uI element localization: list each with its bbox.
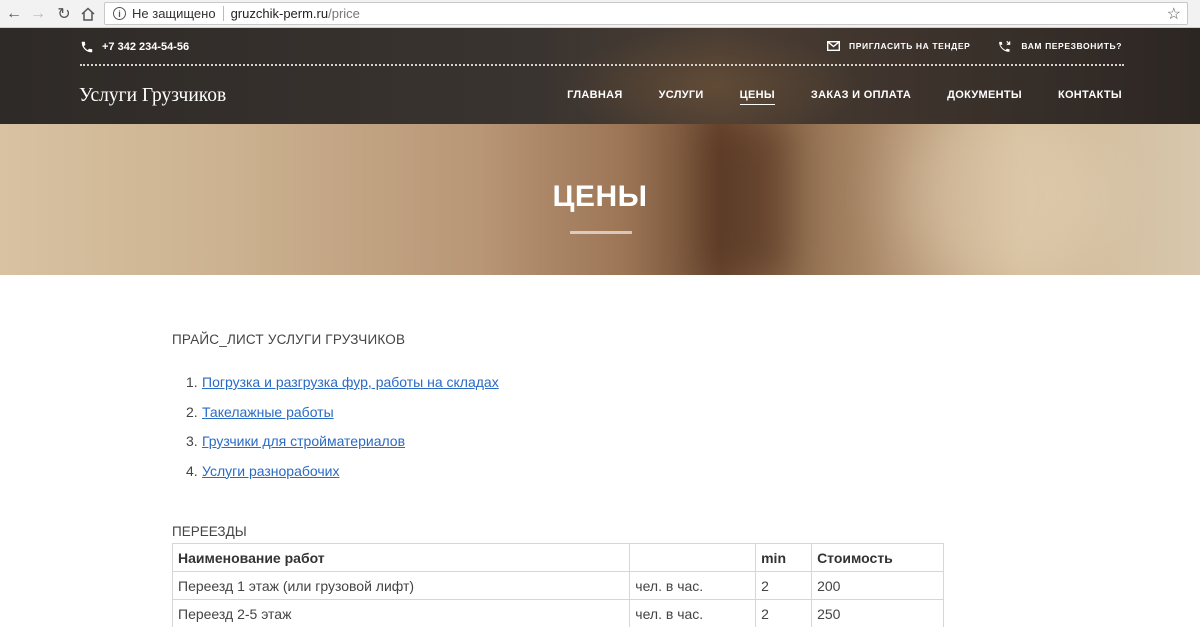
header-topline: +7 342 234-54-56 ПРИГЛАСИТЬ НА ТЕНДЕР ВА… — [80, 40, 1124, 54]
forward-arrow-icon[interactable]: → — [26, 2, 50, 26]
table-cell: Переезд 1 этаж (или грузовой лифт) — [171, 571, 631, 600]
list-number: 2. — [186, 403, 198, 420]
site-logo[interactable]: Услуги Грузчиков — [79, 85, 226, 107]
header-phone[interactable]: +7 342 234-54-56 — [102, 41, 189, 53]
list-number: 3. — [186, 433, 198, 449]
list-item: 1. Погрузка и разгрузка фур, работы на ск… — [186, 374, 499, 404]
column-header: Стоимость — [811, 543, 944, 572]
address-bar[interactable]: i Не защищено gruzchik-perm.ru/price ☆ — [104, 2, 1188, 25]
price-list-title: ПРАЙС_ЛИСТ УСЛУГИ ГРУЗЧИКОВ — [172, 332, 406, 347]
table-cell: 200 — [811, 571, 944, 600]
security-label: Не защищено — [132, 6, 216, 21]
site-header: +7 342 234-54-56 ПРИГЛАСИТЬ НА ТЕНДЕР ВА… — [0, 28, 1200, 124]
reload-icon[interactable]: ↻ — [52, 2, 76, 26]
nav-item-documents[interactable]: ДОКУМЕНТЫ — [947, 89, 1022, 105]
table-cell: 2 — [755, 599, 813, 627]
page-title: ЦЕНЫ — [552, 180, 648, 213]
nav-item-order-payment[interactable]: ЗАКАЗ И ОПЛАТА — [811, 89, 911, 105]
callback-link[interactable]: ВАМ ПЕРЕЗВОНИТЬ? — [1021, 41, 1122, 51]
table-header-row: Наименование работ min Стоимость — [171, 543, 944, 572]
list-item: 3. Грузчики для стройматериалов — [186, 433, 499, 463]
moving-price-table: Наименование работ min Стоимость Переезд… — [171, 543, 944, 627]
nav-item-contacts[interactable]: КОНТАКТЫ — [1058, 89, 1122, 105]
list-item: 4. Услуги разнорабочих — [186, 463, 499, 493]
bookmark-star-icon[interactable]: ☆ — [1167, 4, 1181, 24]
nav-item-prices[interactable]: ЦЕНЫ — [739, 89, 775, 105]
table-cell: 250 — [811, 599, 944, 627]
table-cell: чел. в час. — [629, 571, 757, 600]
column-header — [629, 543, 757, 572]
browser-toolbar: ← → ↻ i Не защищено gruzchik-perm.ru/pri… — [0, 0, 1200, 28]
column-header: Наименование работ — [171, 543, 631, 572]
tender-link[interactable]: ПРИГЛАСИТЬ НА ТЕНДЕР — [849, 41, 970, 51]
url-domain: gruzchik-perm.ru — [230, 6, 329, 21]
column-header: min — [755, 543, 813, 572]
separator — [222, 6, 224, 21]
callback-phone-icon — [999, 40, 1011, 52]
url-path: /price — [328, 6, 360, 21]
hero-banner: ЦЕНЫ — [0, 124, 1200, 275]
callback-group[interactable]: ВАМ ПЕРЕЗВОНИТЬ? — [998, 40, 1122, 52]
table-cell: 2 — [755, 571, 813, 600]
main-nav: ГЛАВНАЯ УСЛУГИ ЦЕНЫ ЗАКАЗ И ОПЛАТА ДОКУМ… — [567, 89, 1122, 105]
mail-icon — [827, 41, 841, 51]
table-cell: Переезд 2-5 этаж — [171, 599, 631, 627]
back-arrow-icon[interactable]: ← — [2, 2, 26, 26]
link-loading-unloading[interactable]: Погрузка и разгрузка фур, работы на скла… — [202, 374, 499, 390]
header-actions: ПРИГЛАСИТЬ НА ТЕНДЕР ВАМ ПЕРЕЗВОНИТЬ? — [827, 40, 1122, 52]
link-handymen[interactable]: Услуги разнорабочих — [202, 463, 339, 479]
phone-icon — [81, 41, 93, 53]
tender-group[interactable]: ПРИГЛАСИТЬ НА ТЕНДЕР — [827, 41, 970, 51]
list-item: 2. Такелажные работы — [186, 404, 499, 434]
list-number: 4. — [186, 462, 198, 479]
header-divider — [80, 64, 1124, 66]
info-icon[interactable]: i — [113, 7, 126, 20]
table-cell: чел. в час. — [629, 599, 757, 627]
nav-item-home[interactable]: ГЛАВНАЯ — [567, 89, 622, 105]
link-rigging[interactable]: Такелажные работы — [202, 404, 334, 420]
section-title-moving: ПЕРЕЕЗДЫ — [172, 524, 247, 539]
link-building-materials[interactable]: Грузчики для стройматериалов — [202, 433, 405, 449]
list-number: 1. — [186, 374, 198, 390]
table-row: Переезд 1 этаж (или грузовой лифт) чел. … — [171, 571, 944, 600]
home-icon[interactable] — [76, 2, 100, 26]
table-row: Переезд 2-5 этаж чел. в час. 2 250 — [171, 599, 944, 627]
nav-item-services[interactable]: УСЛУГИ — [659, 89, 704, 105]
price-categories-list: 1. Погрузка и разгрузка фур, работы на ск… — [186, 374, 499, 492]
title-underline — [570, 231, 632, 234]
